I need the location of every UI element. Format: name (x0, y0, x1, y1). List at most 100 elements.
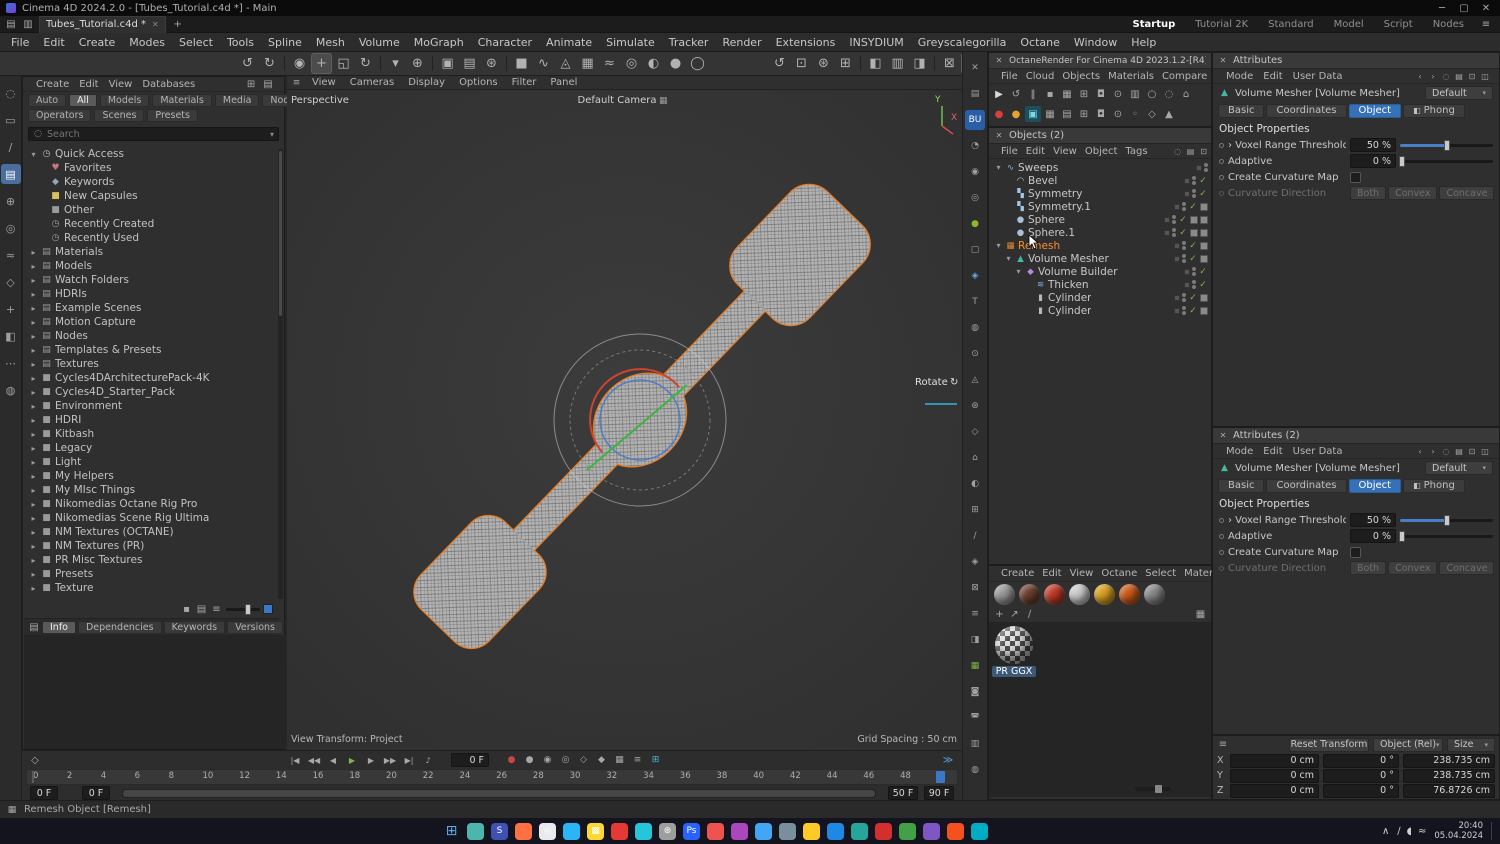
octane-stop-button[interactable]: ▪ (1042, 86, 1058, 102)
curvature-direction-button[interactable]: Concave (1439, 186, 1495, 200)
asset-browser-menu-item[interactable]: View (104, 79, 138, 90)
menu-item[interactable]: Simulate (599, 35, 662, 50)
dock-gem-icon[interactable]: ◈ (965, 266, 985, 286)
key-pla-button[interactable]: ◆ (593, 752, 610, 768)
attribute-slider[interactable] (1400, 139, 1493, 151)
taskbar-clock[interactable]: 20:40 05.04.2024 (1434, 821, 1483, 841)
curvature-direction-button[interactable]: Both (1350, 561, 1387, 575)
octane-close-icon[interactable]: ✕ (994, 56, 1004, 66)
ab-list-icon[interactable]: ▤ (260, 76, 276, 92)
asset-tree-item[interactable]: ▸ ■ Legacy (24, 441, 279, 455)
layer-square[interactable] (1164, 216, 1170, 223)
dock-pen-icon[interactable]: ∕ (965, 526, 985, 546)
visibility-dots[interactable] (1192, 189, 1196, 198)
asset-tree-item[interactable]: ■ Other (24, 203, 279, 217)
taskbar-app-icon[interactable] (947, 822, 964, 840)
octane-white-balance-button[interactable]: ○ (1144, 86, 1160, 102)
anim-dot[interactable] (1219, 158, 1224, 164)
layout-button[interactable]: Standard (1268, 19, 1314, 30)
enabled-check-icon[interactable]: ✓ (1188, 293, 1198, 303)
keyframe-selection-button[interactable]: ▦ (611, 752, 628, 768)
viewport-menu-item[interactable]: Cameras (346, 77, 398, 88)
object-tag-icon[interactable] (1190, 228, 1198, 237)
dock-text-icon[interactable]: T (965, 292, 985, 312)
attribute-tab[interactable]: ◧ Object (1348, 103, 1402, 118)
menu-item[interactable]: Volume (352, 35, 407, 50)
add-cube-icon[interactable]: ■ (511, 53, 532, 74)
octane-postprocess-button[interactable]: ◘ (1093, 106, 1109, 122)
attribute-value-field[interactable]: 0 % (1350, 529, 1396, 543)
asset-tree-item[interactable]: ▸ ▤ Example Scenes (24, 301, 279, 315)
taskbar-app-icon[interactable]: S (491, 822, 508, 840)
taskbar-app-icon[interactable] (755, 822, 772, 840)
attribute-slider[interactable] (1398, 155, 1493, 167)
material-scrollbar[interactable] (1135, 785, 1171, 793)
layout-panel-left-icon[interactable]: ◧ (865, 53, 886, 74)
layer-square[interactable] (1184, 177, 1190, 184)
layout-button[interactable]: Model (1334, 19, 1364, 30)
octane-pause-button[interactable]: ‖ (1025, 86, 1041, 102)
attr-header-icon[interactable]: ‹ (1414, 445, 1426, 457)
menu-item[interactable]: Edit (36, 35, 71, 50)
asset-tree-item[interactable]: ▸ ■ NM Textures (PR) (24, 539, 279, 553)
tab-nav-right-icon[interactable]: ▥ (20, 16, 36, 32)
asset-tree-item[interactable]: ▸ ■ My MIsc Things (24, 483, 279, 497)
asset-info-tab[interactable]: Dependencies (77, 620, 162, 634)
taskbar-app-icon[interactable] (851, 822, 868, 840)
octane-menu-item[interactable]: Cloud (1022, 71, 1059, 82)
layout-button[interactable]: Nodes (1433, 19, 1464, 30)
volume-icon[interactable]: ▦ (577, 53, 598, 74)
camera-label[interactable]: Default Camera (578, 95, 657, 106)
asset-filter-button[interactable]: All (69, 93, 97, 107)
asset-filter-button[interactable]: Scenes (94, 109, 145, 122)
divider[interactable] (380, 56, 381, 71)
object-tag-icon[interactable] (1200, 293, 1208, 302)
dock-half-icon[interactable]: ◨ (965, 630, 985, 650)
thumb-size-slider[interactable] (226, 603, 260, 615)
undo-icon[interactable]: ↺ (237, 53, 258, 74)
object-tag-icon[interactable] (1200, 241, 1208, 250)
play-button[interactable]: ▶ (343, 752, 361, 768)
close-button[interactable]: ✕ (1478, 0, 1494, 16)
taskbar-app-icon[interactable] (899, 822, 916, 840)
asset-filter-button[interactable]: Materials (152, 93, 212, 107)
anim-dot[interactable] (1219, 142, 1224, 148)
curvature-direction-button[interactable]: Concave (1439, 561, 1495, 575)
asset-tree-item[interactable]: ▸ ▤ Templates & Presets (24, 343, 279, 357)
dock-ball2-icon[interactable]: ◍ (965, 760, 985, 780)
attr-menu-item[interactable]: Edit (1258, 446, 1287, 457)
material-edit-icon[interactable]: ∕ (1023, 608, 1036, 621)
material-menu-item[interactable]: Select (1141, 568, 1180, 579)
maximize-view-icon[interactable]: ⊞ (835, 53, 856, 74)
asset-tree-item[interactable]: ▸ ■ Texture (24, 581, 279, 595)
search-tool-icon[interactable]: ◌ (1, 83, 21, 103)
attribute-slider[interactable] (1398, 530, 1493, 542)
asset-tree-item[interactable]: ▸ ▤ Models (24, 259, 279, 273)
octane-region-button[interactable]: ▦ (1059, 86, 1075, 102)
prev-frame-button[interactable]: ◀ (324, 752, 342, 768)
asset-tree-item[interactable]: ▸ ▤ Watch Folders (24, 273, 279, 287)
key-rotation-button[interactable]: ◎ (557, 752, 574, 768)
dock-close-icon[interactable]: ✕ (965, 58, 985, 78)
taskbar-app-icon[interactable] (515, 822, 532, 840)
curvature-direction-button[interactable]: Both (1350, 186, 1387, 200)
taskbar-app-icon[interactable] (563, 822, 580, 840)
attr2-close-icon[interactable]: ✕ (1218, 431, 1228, 441)
dock-box-icon[interactable]: ⊠ (965, 578, 985, 598)
taskbar-app-icon[interactable] (731, 822, 748, 840)
menu-item[interactable]: Animate (539, 35, 599, 50)
wave-tool-icon[interactable]: ≈ (1, 245, 21, 265)
start-button[interactable]: ⊞ (443, 823, 460, 840)
taskbar-app-icon[interactable] (971, 822, 988, 840)
attr-header-icon[interactable]: ⊡ (1466, 445, 1478, 457)
enabled-check-icon[interactable]: ✓ (1178, 228, 1188, 238)
render-picture-viewer-icon[interactable]: ▤ (459, 53, 480, 74)
enabled-check-icon[interactable]: ✓ (1178, 215, 1188, 225)
enabled-check-icon[interactable]: ✓ (1188, 254, 1198, 264)
object-tree-item[interactable]: ◠ Bevel ✓ (992, 174, 1208, 187)
asset-filter-button[interactable]: Operators (28, 109, 92, 122)
viewport-menu-item[interactable]: Display (404, 77, 449, 88)
taskbar-app-icon[interactable]: ▩ (587, 822, 604, 840)
render-view-icon[interactable]: ▣ (437, 53, 458, 74)
visibility-dots[interactable] (1192, 267, 1196, 276)
